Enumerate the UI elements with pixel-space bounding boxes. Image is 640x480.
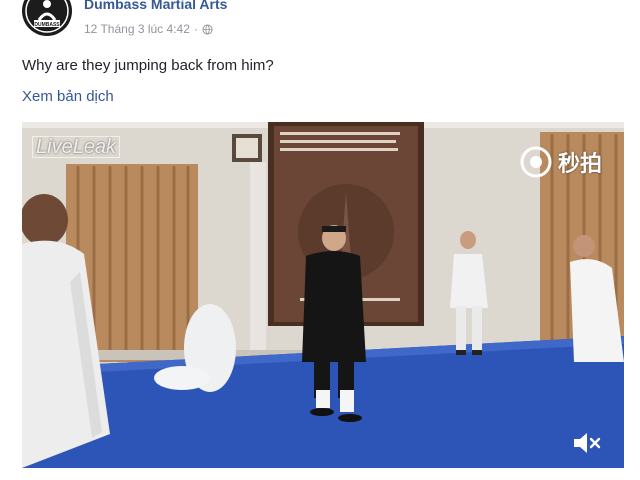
- facebook-post: DUMBASS Dumbass Martial Arts 12 Tháng 3 …: [0, 0, 640, 480]
- video-player[interactable]: LiveLeak 秒拍: [22, 122, 624, 468]
- avatar-label: DUMBASS: [34, 22, 60, 28]
- liveleak-watermark: LiveLeak: [32, 136, 121, 158]
- miaopai-label: 秒拍: [557, 151, 602, 176]
- post-timestamp[interactable]: 12 Tháng 3 lúc 4:42: [84, 22, 190, 36]
- post-message: Why are they jumping back from him?: [22, 57, 274, 74]
- see-translation-link[interactable]: Xem bản dịch: [22, 88, 114, 105]
- miaopai-logo-icon: [520, 146, 552, 178]
- page-name-link[interactable]: Dumbass Martial Arts: [84, 0, 227, 12]
- post-meta: 12 Tháng 3 lúc 4:42 ·: [84, 22, 213, 36]
- page-avatar[interactable]: DUMBASS: [22, 0, 72, 36]
- miaopai-watermark: 秒拍: [520, 146, 602, 178]
- volume-mute-button[interactable]: [572, 430, 602, 456]
- globe-icon: [202, 23, 213, 35]
- volume-mute-icon: [574, 433, 601, 453]
